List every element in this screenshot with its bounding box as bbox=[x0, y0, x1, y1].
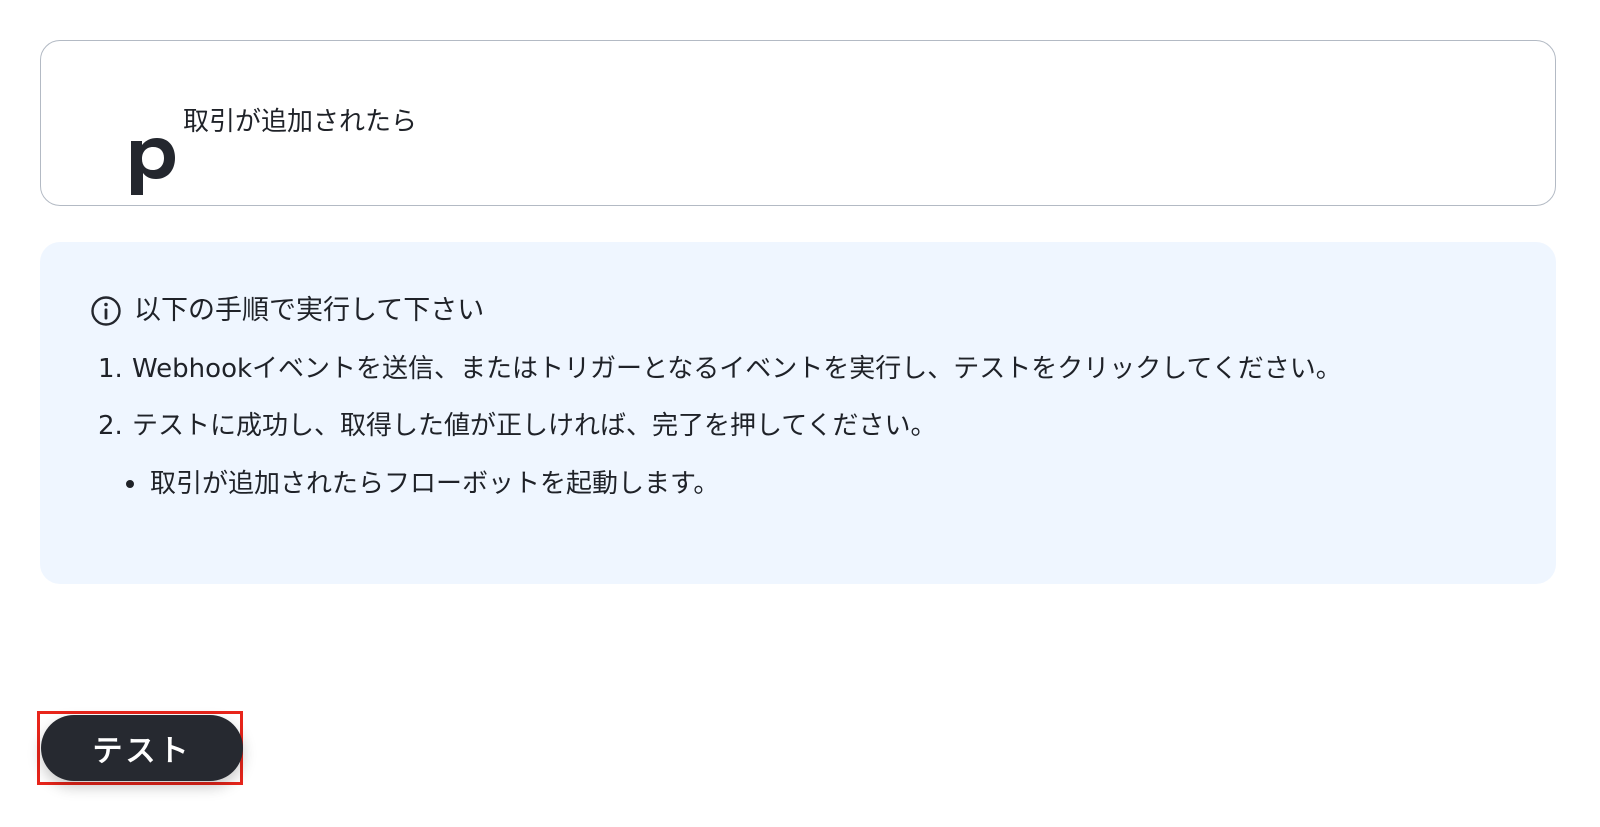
test-button[interactable]: テスト bbox=[41, 715, 243, 781]
info-circle-icon bbox=[91, 296, 121, 326]
instruction-steps: 1. Webhookイベントを送信、またはトリガーとなるイベントを実行し、テスト… bbox=[98, 352, 1342, 466]
step-number: 2. bbox=[98, 411, 123, 441]
instruction-step: 2. テストに成功し、取得した値が正しければ、完了を押してください。 bbox=[98, 409, 1342, 443]
instruction-bullets: 取引が追加されたらフローボットを起動します。 bbox=[126, 467, 719, 501]
pipedrive-p-icon bbox=[131, 138, 175, 195]
bullet-item: 取引が追加されたらフローボットを起動します。 bbox=[126, 467, 719, 501]
bullet-dot-icon bbox=[126, 480, 134, 488]
instructions-panel: 以下の手順で実行して下さい 1. Webhookイベントを送信、またはトリガーと… bbox=[40, 242, 1556, 584]
trigger-settings-page: 取引が追加されたら 以下の手順で実行して下さい 1. Webhookイベントを送… bbox=[0, 0, 1600, 827]
step-text: Webhookイベントを送信、またはトリガーとなるイベントを実行し、テストをクリ… bbox=[132, 354, 1342, 384]
instructions-heading-text: 以下の手順で実行して下さい bbox=[134, 295, 485, 326]
trigger-card: 取引が追加されたら bbox=[40, 40, 1556, 206]
instructions-heading: 以下の手順で実行して下さい bbox=[90, 294, 484, 328]
trigger-title: 取引が追加されたら bbox=[183, 107, 418, 137]
bullet-text: 取引が追加されたらフローボットを起動します。 bbox=[150, 469, 720, 499]
step-number: 1. bbox=[98, 354, 123, 384]
instruction-step: 1. Webhookイベントを送信、またはトリガーとなるイベントを実行し、テスト… bbox=[98, 352, 1342, 386]
step-text: テストに成功し、取得した値が正しければ、完了を押してください。 bbox=[132, 411, 937, 441]
